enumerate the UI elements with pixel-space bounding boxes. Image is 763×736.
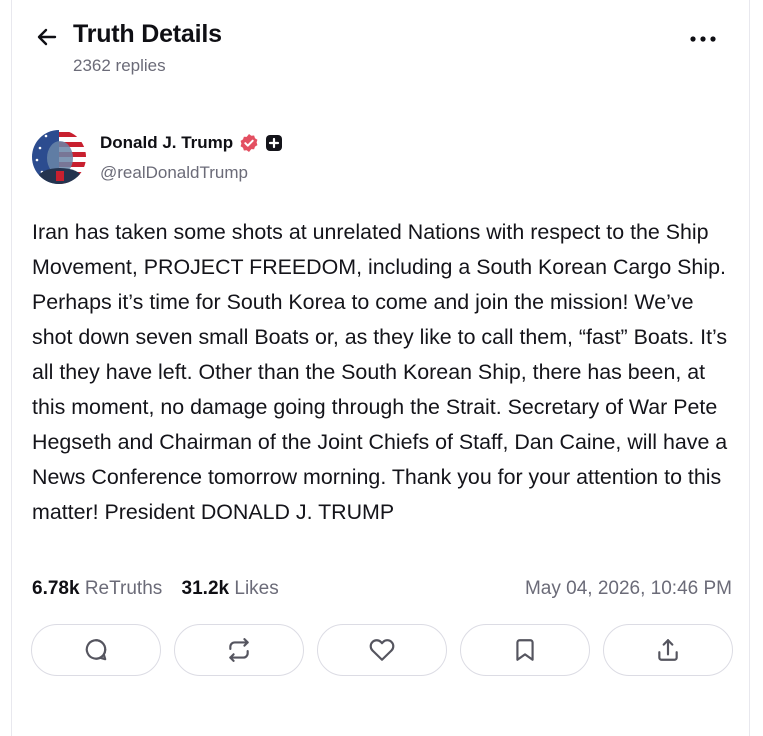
bookmark-icon <box>516 639 534 661</box>
share-icon <box>658 639 678 661</box>
retruths-count[interactable]: 6.78k <box>32 578 80 599</box>
page-title: Truth Details <box>73 20 222 48</box>
bookmark-button[interactable] <box>460 624 590 676</box>
action-bar <box>31 624 734 680</box>
more-options-button[interactable] <box>687 26 719 52</box>
back-button[interactable] <box>34 24 60 50</box>
post-detail-panel: Truth Details 2362 replies Donald J. Tru… <box>11 0 750 736</box>
post-stats: 6.78k ReTruths 31.2k Likes May 04, 2026,… <box>32 578 732 606</box>
page-header: Truth Details 2362 replies <box>12 0 749 100</box>
likes-count[interactable]: 31.2k <box>182 578 230 599</box>
retruths-label[interactable]: ReTruths <box>85 578 162 599</box>
verified-badge-icon <box>240 134 258 152</box>
author-name-row: Donald J. Trump <box>100 133 283 153</box>
post-timestamp: May 04, 2026, 10:46 PM <box>524 578 732 599</box>
share-button[interactable] <box>603 624 733 676</box>
arrow-left-icon <box>37 28 57 46</box>
post-text: Iran has taken some shots at unrelated N… <box>32 220 728 524</box>
avatar[interactable] <box>32 130 86 184</box>
author-block: Donald J. Trump @realDonaldTrump <box>32 130 432 190</box>
likes-label[interactable]: Likes <box>234 578 278 599</box>
more-horizontal-icon <box>690 36 716 42</box>
retruth-button[interactable] <box>174 624 304 676</box>
avatar-image <box>32 130 86 184</box>
author-handle[interactable]: @realDonaldTrump <box>100 163 248 183</box>
reply-icon <box>85 639 107 661</box>
heart-icon <box>369 639 395 661</box>
reply-count: 2362 replies <box>73 56 166 75</box>
author-name[interactable]: Donald J. Trump <box>100 133 233 153</box>
reply-button[interactable] <box>31 624 161 676</box>
retruth-icon <box>229 638 249 662</box>
like-button[interactable] <box>317 624 447 676</box>
plus-badge-icon <box>266 135 283 151</box>
